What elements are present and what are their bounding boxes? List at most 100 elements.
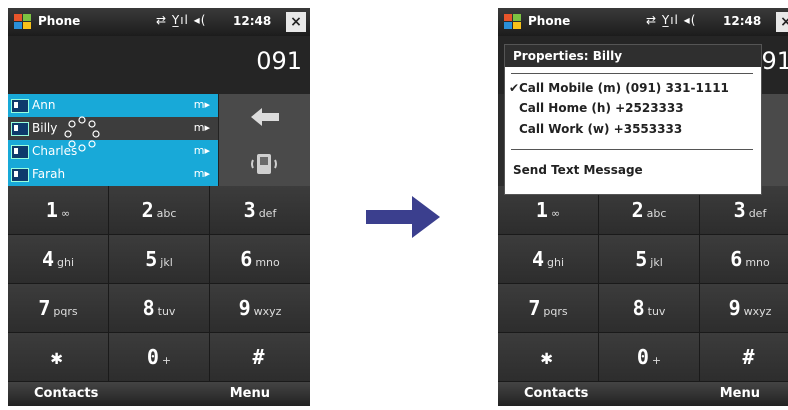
list-item[interactable]: Charles m▸ [8,140,218,163]
key-letters: tuv [647,305,666,318]
key-letters: ghi [547,256,565,269]
key-4[interactable]: 4 ghi [8,235,109,284]
close-button[interactable]: × [286,12,306,32]
backspace-arrow-icon [251,108,279,126]
contacts-soft-key[interactable]: Contacts [524,386,588,401]
contacts-soft-key[interactable]: Contacts [34,386,98,401]
key-digit: 2 [631,198,644,222]
key-digit: ✱ [50,345,63,369]
app-title: Phone [528,14,571,28]
key-letters: abc [646,207,667,220]
key-5[interactable]: 5 jkl [599,235,700,284]
key-letters: ghi [57,256,75,269]
contact-card-icon [11,122,29,136]
contact-type: m▸ [193,121,210,134]
key-star[interactable]: ✱ [8,333,109,382]
list-item[interactable]: Farah m▸ [8,163,218,186]
key-letters: ∞ [60,207,71,220]
key-digit: 9 [238,296,251,320]
transition-arrow-icon [366,196,440,238]
key-digit: 9 [728,296,741,320]
key-digit: 7 [38,296,51,320]
key-6[interactable]: 6 mno [700,235,788,284]
status-icons: ⇄ Y̲ıl ◂( [156,13,207,27]
key-4[interactable]: 4 ghi [498,235,599,284]
phone-screen-after: Phone ⇄ Y̲ıl ◂( 12:48 × 0 9 1 1 ∞ 2 abc 3 def… [498,8,788,406]
key-7[interactable]: 7 pqrs [8,284,109,333]
key-3[interactable]: 3 def [210,186,310,235]
menu-item-call-mobile[interactable]: Call Mobile (m) (091) 331-1111 [519,81,729,95]
contact-name: Farah [32,167,66,181]
key-star[interactable]: ✱ [498,333,599,382]
key-hash[interactable]: # [210,333,310,382]
menu-item-call-work[interactable]: Call Work (w) +3553333 [519,122,682,136]
windows-start-icon[interactable] [12,12,34,32]
menu-title: Properties: Billy [513,49,623,63]
dial-keypad: 1 ∞ 2 abc 3 def 4 ghi 5 jkl 6 mno 7 pqrs 8 tuv 9… [8,186,310,382]
key-letters: wxyz [253,305,282,318]
smart-dial-list: Ann m▸ Billy m▸ Charles m▸ Farah m▸ [8,94,218,186]
key-digit: 8 [142,296,155,320]
key-0[interactable]: 0 + [599,333,700,382]
contact-card-icon [11,168,29,182]
contact-card-icon [11,145,29,159]
list-item[interactable]: Ann m▸ [8,94,218,117]
title-bar: Phone ⇄ Y̲ıl ◂( 12:48 × [498,8,788,36]
clock: 12:48 [723,14,762,28]
key-digit: 4 [531,247,545,271]
status-icons: ⇄ Y̲ıl ◂( [646,13,697,27]
menu-item-send-text[interactable]: Send Text Message [513,163,643,177]
key-0[interactable]: 0 + [109,333,210,382]
key-9[interactable]: 9 wxyz [210,284,310,333]
backspace-button[interactable] [218,94,310,141]
key-digit: 1 [535,198,548,222]
list-item[interactable]: Billy m▸ [8,117,218,140]
key-letters: mno [745,256,770,269]
key-8[interactable]: 8 tuv [109,284,210,333]
windows-start-icon[interactable] [502,12,524,32]
key-digit: 7 [528,296,541,320]
key-digit: 3 [733,198,746,222]
key-2[interactable]: 2 abc [109,186,210,235]
key-9[interactable]: 9 wxyz [700,284,788,333]
key-1[interactable]: 1 ∞ [8,186,109,235]
app-title: Phone [38,14,81,28]
key-letters: jkl [650,256,663,269]
phone-handset-icon [251,154,277,174]
key-hash[interactable]: # [700,333,788,382]
contact-properties-menu: Properties: Billy ✔ Call Mobile (m) (091… [504,44,762,195]
menu-item-call-home[interactable]: Call Home (h) +2523333 [519,101,684,115]
key-5[interactable]: 5 jkl [109,235,210,284]
menu-header: Properties: Billy [505,45,761,67]
key-digit: 5 [145,247,158,271]
key-6[interactable]: 6 mno [210,235,310,284]
key-letters: jkl [160,256,173,269]
title-bar: Phone ⇄ Y̲ıl ◂( 12:48 × [8,8,310,36]
key-8[interactable]: 8 tuv [599,284,700,333]
key-letters: def [748,207,767,220]
key-letters: tuv [157,305,176,318]
key-digit: 5 [635,247,648,271]
key-letters: pqrs [53,305,78,318]
soft-key-bar: Contacts Menu [498,382,788,406]
busy-spinner-icon [64,116,100,152]
menu-soft-key[interactable]: Menu [230,386,270,401]
menu-divider [511,149,753,150]
close-button[interactable]: × [776,12,788,32]
contact-name: Billy [32,121,58,135]
dial-keypad: 1 ∞ 2 abc 3 def 4 ghi 5 jkl 6 mno 7 pqrs 8 tuv 9… [498,186,788,382]
check-icon: ✔ [509,81,520,95]
key-digit: 1 [45,198,58,222]
key-digit: # [252,345,265,369]
talk-button[interactable] [218,140,310,186]
key-digit: 0 [146,345,159,369]
key-digit: 8 [632,296,645,320]
key-digit: 3 [243,198,256,222]
contact-type: m▸ [193,98,210,111]
menu-soft-key[interactable]: Menu [720,386,760,401]
clock: 12:48 [233,14,272,28]
key-digit: # [742,345,755,369]
key-letters: mno [255,256,280,269]
contact-card-icon [11,99,29,113]
key-7[interactable]: 7 pqrs [498,284,599,333]
